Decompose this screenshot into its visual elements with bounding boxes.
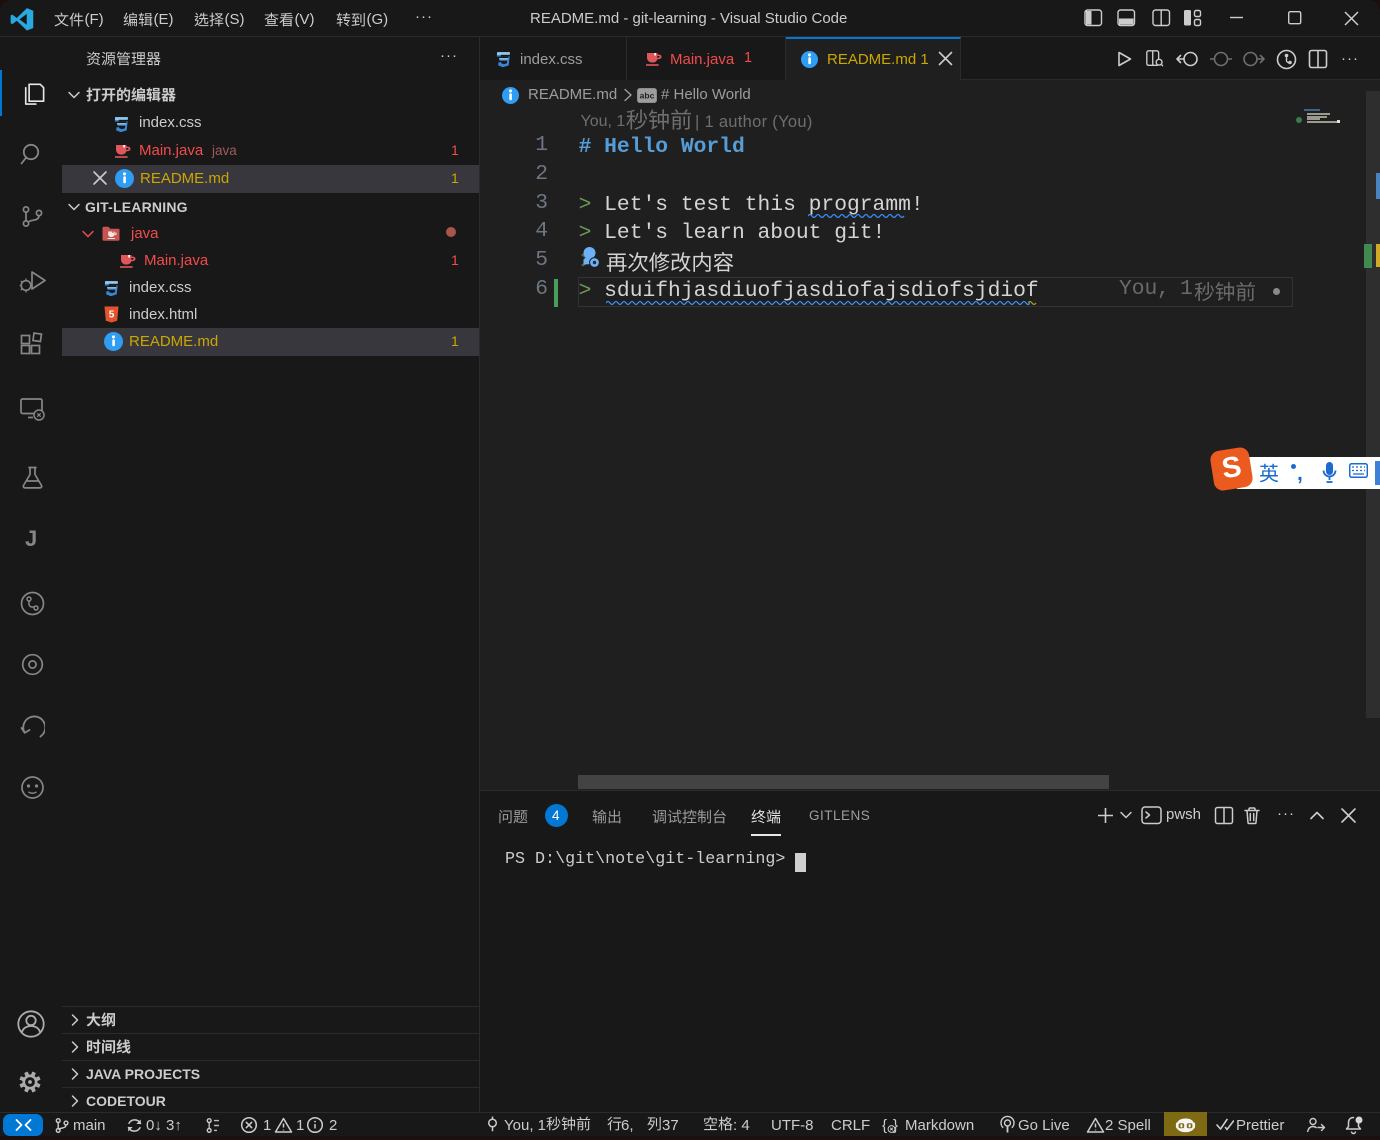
svg-text:{: { [882,1117,887,1134]
svg-text:abc: abc [640,91,655,101]
svg-text:5: 5 [109,310,115,321]
